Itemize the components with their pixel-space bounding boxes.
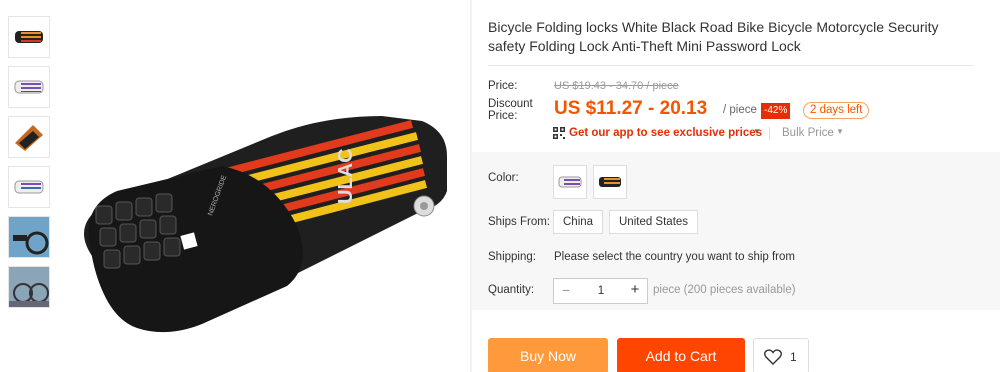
thumbnail-1[interactable]: [8, 16, 50, 58]
price-unit: / piece: [723, 104, 757, 116]
shipping-label: Shipping:: [488, 251, 536, 263]
product-image: ULAC NEROGRIDE: [84, 116, 447, 333]
shipping-message: Please select the country you want to sh…: [554, 251, 795, 263]
discount-price-label: Discount Price:: [488, 98, 533, 122]
divider: [769, 127, 770, 140]
color-label: Color:: [488, 172, 519, 184]
bulk-price-link[interactable]: Bulk Price: [782, 127, 834, 139]
quantity-label: Quantity:: [488, 284, 535, 296]
product-options: Color: Ships From: China United States S…: [472, 152, 1000, 310]
heart-icon: [764, 349, 782, 365]
app-promo-link[interactable]: Get our app to see exclusive prices: [569, 127, 762, 139]
price-label: Price:: [488, 80, 518, 92]
qr-code-icon: [553, 127, 565, 139]
divider: [488, 65, 974, 66]
buy-now-button[interactable]: Buy Now: [488, 338, 608, 372]
thumbnail-list: [8, 16, 50, 316]
wishlist-count: 1: [790, 350, 797, 364]
thumbnail-4[interactable]: [8, 166, 50, 208]
chevron-down-icon[interactable]: ▼: [836, 127, 844, 136]
chevron-down-icon[interactable]: ▼: [753, 127, 761, 136]
original-price: US $19.43 - 34.70 / piece: [554, 80, 679, 92]
thumbnail-6[interactable]: [8, 266, 50, 308]
discount-price: US $11.27 - 20.13: [554, 98, 708, 119]
ships-from-united-states[interactable]: United States: [609, 210, 699, 234]
quantity-availability: piece (200 pieces available): [653, 284, 796, 296]
product-title: Bicycle Folding locks White Black Road B…: [488, 19, 939, 54]
quantity-stepper: − +: [553, 278, 648, 304]
discount-badge: -42%: [761, 103, 791, 119]
thumbnail-5[interactable]: [8, 216, 50, 258]
product-detail-panel: Bicycle Folding locks White Black Road B…: [472, 0, 1000, 372]
thumbnail-3[interactable]: [8, 116, 50, 158]
time-left-badge: 2 days left: [803, 102, 870, 119]
quantity-increase-button[interactable]: +: [623, 279, 647, 303]
color-option-black[interactable]: [593, 165, 627, 199]
brand-logo: ULAC: [335, 148, 357, 204]
add-to-cart-button[interactable]: Add to Cart: [617, 338, 745, 372]
ships-from-label: Ships From:: [488, 216, 550, 228]
quantity-input[interactable]: [578, 279, 624, 303]
thumbnail-2[interactable]: [8, 66, 50, 108]
ships-from-china[interactable]: China: [553, 210, 604, 234]
color-option-white[interactable]: [553, 165, 587, 199]
wishlist-button[interactable]: 1: [753, 338, 809, 372]
quantity-decrease-button[interactable]: −: [554, 279, 578, 303]
product-gallery: ULAC NEROGRIDE: [0, 0, 470, 372]
